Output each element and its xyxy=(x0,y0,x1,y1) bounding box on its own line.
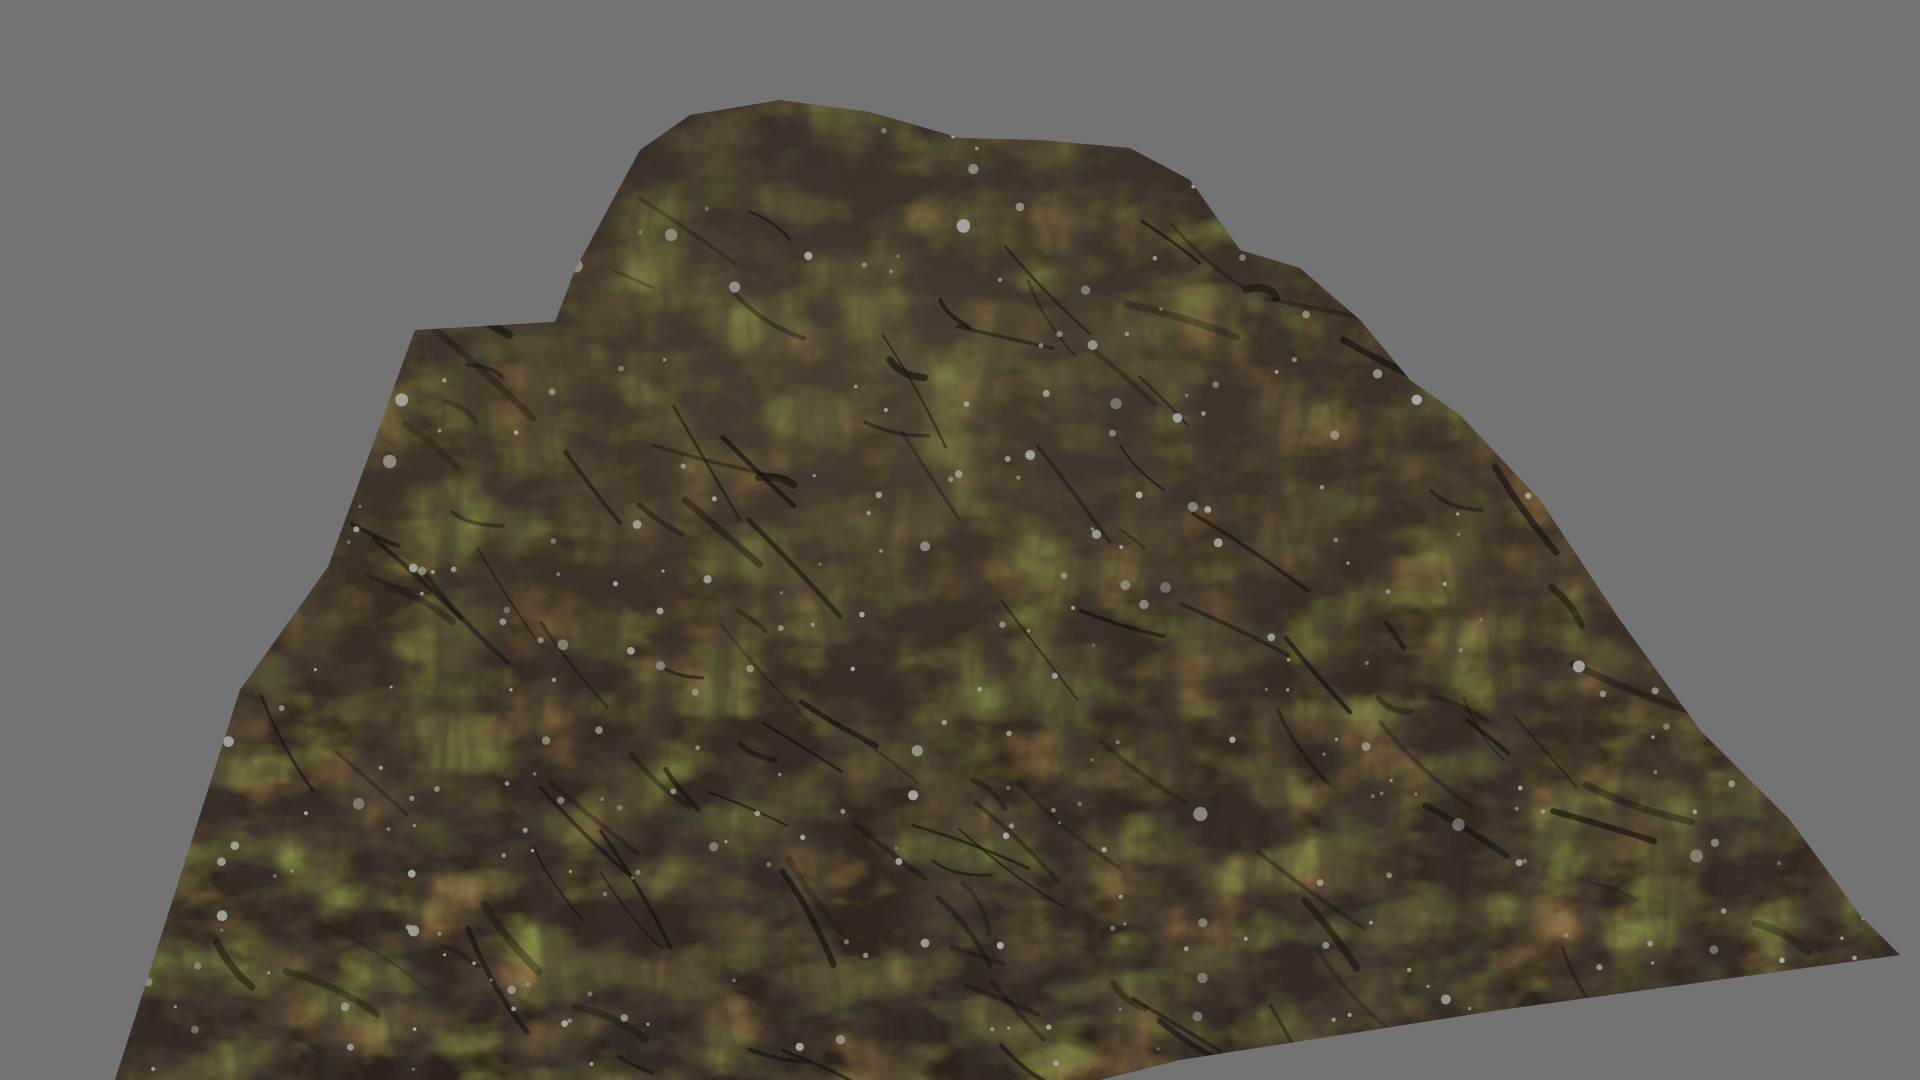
render-viewport xyxy=(0,0,1920,1080)
rock-mound-render xyxy=(0,0,1920,1080)
